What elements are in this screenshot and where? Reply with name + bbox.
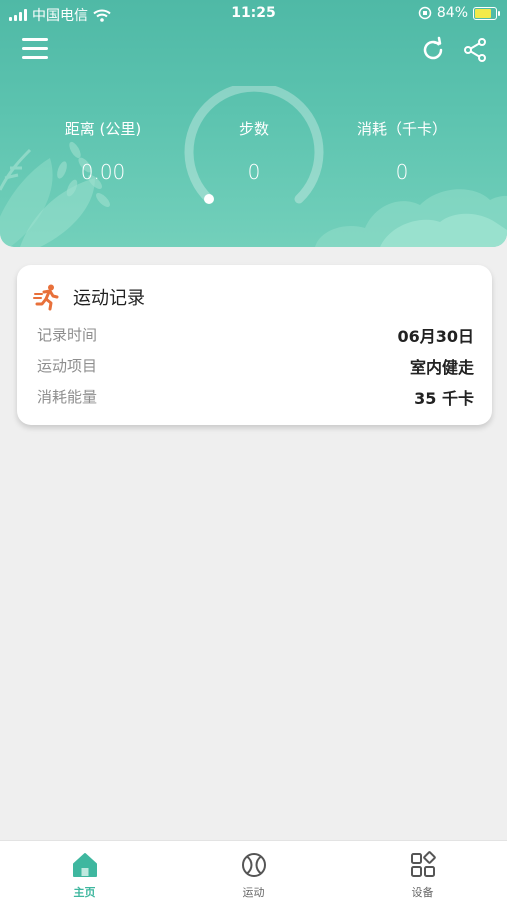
status-bar: 中国电信 11:25 84%: [0, 0, 507, 28]
share-icon[interactable]: [461, 36, 489, 64]
tab-label: 运动: [242, 886, 265, 899]
calories-value: 0: [395, 160, 409, 184]
steps-value: 0: [247, 160, 261, 184]
gauge-indicator: [204, 194, 214, 204]
exercise-record-card[interactable]: 运动记录 记录时间 06月30日 运动项目 室内健走 消耗能量 35 千卡: [17, 265, 492, 425]
record-value: 室内健走: [409, 357, 474, 377]
card-title: 运动记录: [73, 288, 145, 309]
refresh-icon[interactable]: [419, 36, 447, 64]
battery-icon: [473, 6, 500, 20]
header: 中国电信 11:25 84% 距离 (公里) 0.00 步数 0 消耗（千卡） …: [0, 0, 507, 247]
record-key: 运动项目: [37, 357, 98, 375]
steps-label: 步数: [238, 120, 269, 138]
record-key: 消耗能量: [37, 388, 98, 406]
distance-value: 0.00: [80, 160, 126, 184]
distance-stat: 距离 (公里) 0.00: [33, 118, 173, 184]
tab-home[interactable]: 主页: [0, 841, 169, 900]
home-icon: [72, 853, 97, 877]
calories-stat: 消耗（千卡） 0: [332, 118, 472, 184]
runner-icon: [33, 284, 59, 311]
orientation-lock-icon: [418, 6, 432, 20]
tab-device[interactable]: 设备: [338, 841, 507, 900]
ball-icon: [241, 853, 266, 877]
grid-icon: [410, 851, 436, 877]
distance-label: 距离 (公里): [64, 120, 142, 138]
tab-sport[interactable]: 运动: [169, 841, 338, 900]
tab-label: 设备: [411, 886, 434, 899]
record-key: 记录时间: [37, 326, 98, 344]
record-value: 06月30日: [397, 326, 474, 346]
menu-button[interactable]: [22, 38, 48, 60]
record-row-time: 记录时间 06月30日: [37, 319, 474, 350]
tab-label: 主页: [73, 886, 96, 899]
calories-label: 消耗（千卡）: [356, 120, 447, 138]
tab-bar: 主页 运动 设备: [0, 840, 507, 900]
steps-stat: 步数 0: [184, 118, 324, 184]
record-value: 35 千卡: [414, 388, 474, 408]
record-row-energy: 消耗能量 35 千卡: [37, 381, 474, 412]
record-row-activity: 运动项目 室内健走: [37, 350, 474, 381]
battery-percent: 84%: [436, 5, 468, 21]
